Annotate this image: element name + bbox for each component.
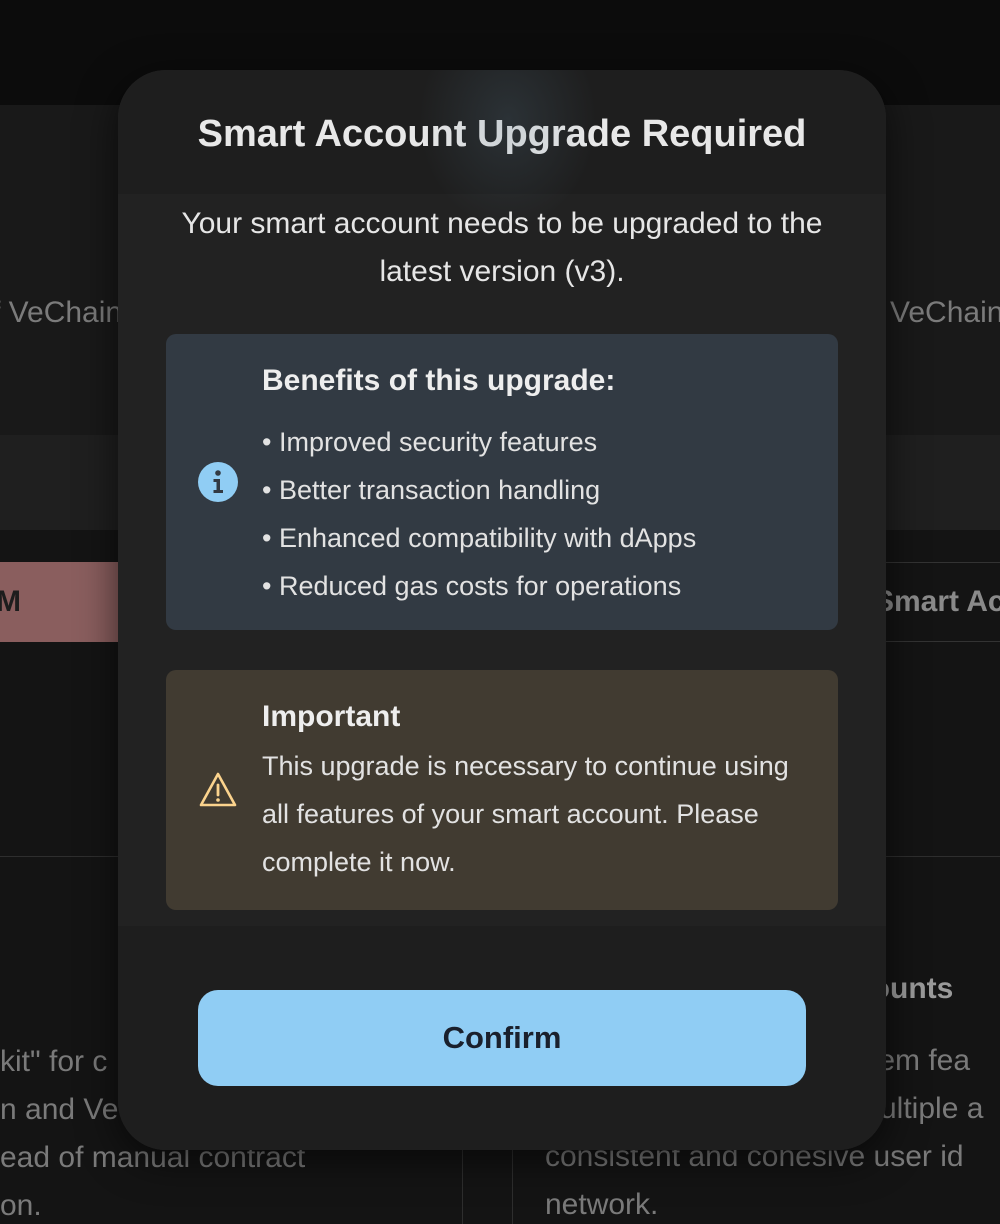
important-text: This upgrade is necessary to continue us… xyxy=(262,751,789,877)
background-red-button-label: M xyxy=(0,585,21,618)
modal-footer: Confirm xyxy=(118,926,886,1150)
benefits-alert: Benefits of this upgrade: Improved secur… xyxy=(166,334,838,630)
modal-title: Smart Account Upgrade Required xyxy=(197,112,807,155)
info-circle-icon xyxy=(198,462,238,502)
important-alert: Important This upgrade is necessary to c… xyxy=(166,670,838,910)
background-right-line: network. xyxy=(545,1188,659,1221)
benefits-heading: Benefits of this upgrade: xyxy=(262,364,616,397)
background-left-text: f VeChain xyxy=(0,296,123,329)
confirm-button[interactable]: Confirm xyxy=(198,990,806,1086)
benefit-item: Improved security features xyxy=(262,418,696,466)
upgrade-modal: Smart Account Upgrade Required Your smar… xyxy=(118,70,886,1150)
modal-description: Your smart account needs to be upgraded … xyxy=(181,207,823,288)
modal-header: Smart Account Upgrade Required xyxy=(118,70,886,194)
background-left-line: on. xyxy=(0,1189,42,1222)
warning-triangle-icon xyxy=(199,772,237,807)
important-heading: Important xyxy=(262,700,401,733)
background-red-button[interactable]: M xyxy=(0,562,118,642)
benefit-item: Better transaction handling xyxy=(262,466,696,514)
background-right-text: VeChain xyxy=(890,296,1000,329)
benefits-list: Improved security features Better transa… xyxy=(262,418,696,610)
page-root: f VeChain VeChain M Smart Ac kit" for c … xyxy=(0,0,1000,1224)
benefit-item: Reduced gas costs for operations xyxy=(262,562,696,610)
benefit-item: Enhanced compatibility with dApps xyxy=(262,514,696,562)
